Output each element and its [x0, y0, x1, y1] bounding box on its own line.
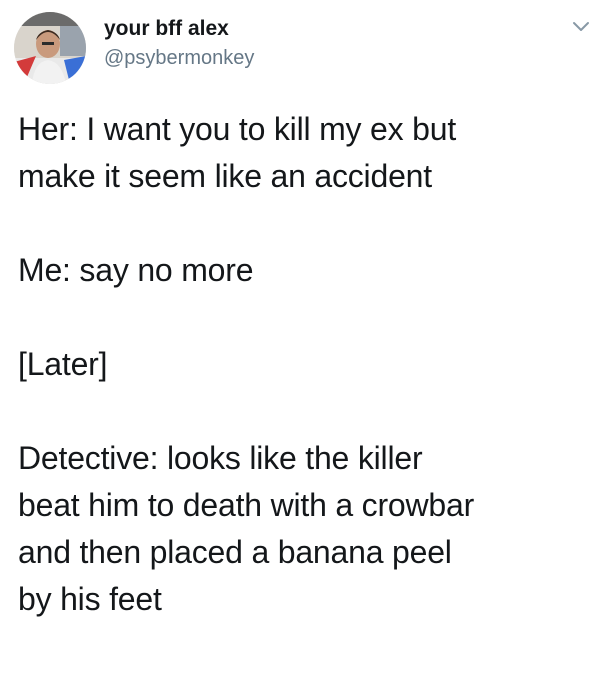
- tweet-line: beat him to death with a crowbar: [18, 487, 475, 523]
- avatar[interactable]: [14, 12, 86, 84]
- tweet-line: [Later]: [18, 346, 108, 382]
- tweet-header: your bff alex @psybermonkey: [14, 12, 596, 84]
- handle[interactable]: @psybermonkey: [104, 45, 254, 71]
- profile-photo-icon: [14, 12, 86, 84]
- tweet-line: Detective: looks like the killer: [18, 440, 423, 476]
- tweet: your bff alex @psybermonkey Her: I want …: [0, 0, 610, 687]
- tweet-text: Her: I want you to kill my ex but make i…: [18, 106, 598, 623]
- author-names: your bff alex @psybermonkey: [104, 16, 254, 71]
- tweet-line: and then placed a banana peel: [18, 534, 452, 570]
- chevron-down-icon[interactable]: [570, 16, 592, 38]
- tweet-line: by his feet: [18, 581, 162, 617]
- tweet-line: Me: say no more: [18, 252, 254, 288]
- tweet-line: make it seem like an accident: [18, 158, 432, 194]
- display-name[interactable]: your bff alex: [104, 16, 254, 42]
- tweet-line: Her: I want you to kill my ex but: [18, 111, 457, 147]
